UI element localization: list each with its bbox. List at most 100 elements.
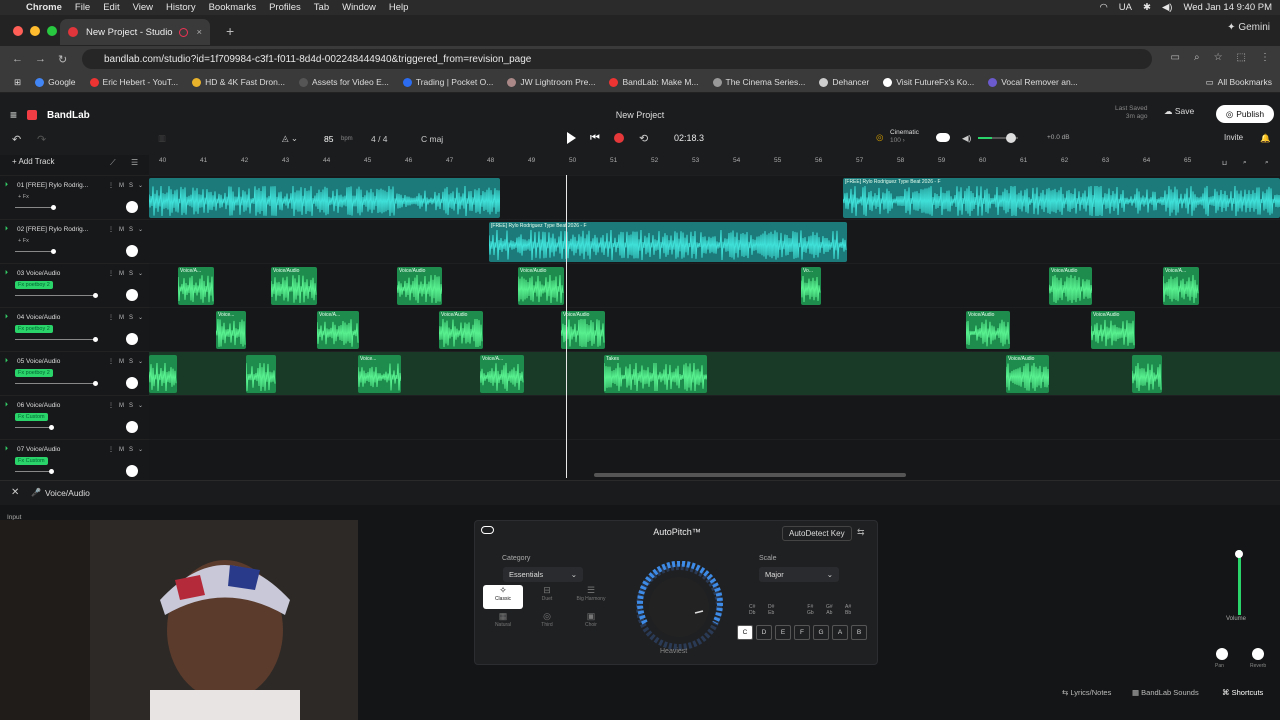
forward-icon[interactable]: → [35, 53, 46, 65]
zoom-window-button[interactable] [47, 25, 57, 36]
track-lane[interactable]: Voice... Voice/A... Voice/Audio Voice/Audio… [149, 307, 1280, 351]
mute-solo-buttons[interactable]: ⋮MS⌄ [108, 358, 148, 365]
bookmark-item[interactable]: Eric Hebert - YouT... [89, 77, 178, 87]
scale-dropdown[interactable]: Major ⌄ [759, 567, 839, 582]
track-name[interactable]: 04 Voice/Audio [17, 314, 91, 321]
mute-solo-buttons[interactable]: ⋮MS⌄ [108, 182, 148, 189]
track-lane[interactable]: [FREE] Rylo Rodriguez Type Beat 2026 - F [149, 219, 1280, 263]
audio-clip[interactable]: [FREE] Rylo Rodriguez Type Beat 2026 - F [843, 178, 1280, 218]
track-name[interactable]: 03 Voice/Audio [17, 270, 91, 277]
key-g-button[interactable]: G [813, 625, 829, 640]
audio-clip[interactable] [149, 355, 177, 393]
bookmark-item[interactable]: JW Lightroom Pre... [507, 77, 595, 87]
loop-icon[interactable]: ⟲ [639, 132, 648, 145]
track-play-icon[interactable]: ⏵ [5, 402, 8, 409]
language-indicator[interactable]: UA [1119, 2, 1132, 13]
track-volume-handle[interactable] [51, 205, 56, 210]
sharp-key-button[interactable]: F# Gb [807, 604, 814, 616]
track-header[interactable]: ⏵ 04 Voice/Audio ⋮MS⌄ Fx poetboy 2 [0, 307, 149, 351]
all-bookmarks-button[interactable]: ▭ All Bookmarks [1206, 77, 1272, 88]
add-track-button[interactable]: + Add Track [12, 157, 54, 166]
track-volume-handle[interactable] [49, 425, 54, 430]
preset-sliders-icon[interactable]: ⇆ [857, 527, 865, 538]
track-play-icon[interactable]: ⏵ [5, 314, 8, 321]
key-c-button[interactable]: C [737, 625, 753, 640]
key-a-button[interactable]: A [832, 625, 848, 640]
minimize-window-button[interactable] [30, 25, 40, 36]
timeline-ruler[interactable]: 40 41 42 43 44 45 46 47 48 49 50 51 52 53 54 55 56 57 58 59… [149, 155, 1280, 175]
new-tab-button[interactable]: + [226, 23, 234, 39]
track-lane[interactable]: Voice/A... Voice/Audio Voice/Audio Voice/Au… [149, 263, 1280, 307]
mute-solo-buttons[interactable]: ⋮MS⌄ [108, 314, 148, 321]
track-name[interactable]: 02 [FREE] Rylo Rodrig... [17, 226, 91, 233]
audio-clip[interactable]: Voice/Audio [1006, 355, 1049, 393]
audio-clip[interactable] [246, 355, 276, 393]
audio-clip[interactable]: Voice/Audio [439, 311, 483, 349]
menu-window[interactable]: Window [342, 2, 376, 13]
bookmark-item[interactable]: BandLab: Make M... [609, 77, 699, 87]
audio-clip[interactable]: Voice/Audio [518, 267, 564, 305]
skip-back-icon[interactable]: ⏮ [590, 132, 600, 145]
apps-icon[interactable]: ⊞ [14, 77, 21, 88]
track-volume-slider[interactable] [15, 383, 95, 384]
track-volume-handle[interactable] [93, 337, 98, 342]
menu-help[interactable]: Help [389, 2, 409, 13]
track-pan-knob[interactable] [126, 465, 138, 477]
audio-clip[interactable]: [FREE] Rylo Rodriguez Type Beat 2026 - F [489, 222, 847, 262]
menu-bookmarks[interactable]: Bookmarks [209, 2, 257, 13]
bookmark-item[interactable]: Vocal Remover an... [988, 77, 1078, 87]
track-header[interactable]: ⏵ 07 Voice/Audio ⋮MS⌄ Fx Custom [0, 439, 149, 483]
track-name[interactable]: 01 [FREE] Rylo Rodrig... [17, 182, 91, 189]
track-volume-slider[interactable] [15, 339, 95, 340]
lyrics-notes-button[interactable]: ⇆ Lyrics/Notes [1062, 688, 1111, 697]
save-button[interactable]: ☁ Save [1164, 106, 1194, 117]
track-play-icon[interactable]: ⏵ [5, 270, 8, 277]
snap-icon[interactable]: ⊔ [1222, 159, 1227, 167]
track-play-icon[interactable]: ⏵ [5, 358, 8, 365]
track-fx-badge[interactable]: Fx poetboy 2 [15, 281, 53, 289]
menu-dots-icon[interactable]: ⋮ [1260, 52, 1270, 63]
track-settings-icon[interactable]: ☰ [131, 158, 138, 167]
track-header[interactable]: ⏵ 03 Voice/Audio ⋮MS⌄ Fx poetboy 2 [0, 263, 149, 307]
audio-clip[interactable]: Voice/Audio [1049, 267, 1092, 305]
zoom-in-icon[interactable]: ⌕ [1265, 159, 1269, 167]
notifications-icon[interactable]: 🔔 [1260, 133, 1271, 144]
menu-file[interactable]: File [75, 2, 90, 13]
track-volume-handle[interactable] [93, 381, 98, 386]
reload-icon[interactable]: ↻ [58, 53, 67, 66]
autopitch-mode-duet[interactable]: ⊟ Duet [527, 585, 567, 609]
audio-clip[interactable] [1132, 355, 1162, 393]
zoom-icon[interactable]: ⌕ [1194, 52, 1200, 63]
bandlab-sounds-button[interactable]: ▦ BandLab Sounds [1132, 688, 1199, 697]
autopitch-mode-choir[interactable]: ▣ Choir [571, 611, 611, 635]
sharp-key-button[interactable]: A# Bb [845, 604, 851, 616]
track-header[interactable]: ⏵ 05 Voice/Audio ⋮MS⌄ Fx poetboy 2 [0, 351, 149, 395]
track-volume-handle[interactable] [93, 293, 98, 298]
audio-clip[interactable]: Voice/Audio [271, 267, 317, 305]
bookmark-item[interactable]: The Cinema Series... [712, 77, 805, 87]
audio-clip[interactable]: Voice/Audio [966, 311, 1010, 349]
track-fx-badge[interactable]: Fx Custom [15, 413, 48, 421]
star-icon[interactable]: ☆ [1214, 52, 1223, 63]
browser-tab[interactable]: New Project - Studio × [60, 19, 210, 45]
track-header[interactable]: ⏵ 06 Voice/Audio ⋮MS⌄ Fx Custom [0, 395, 149, 439]
master-volume-slider[interactable] [978, 133, 1018, 143]
track-name[interactable]: 06 Voice/Audio [17, 402, 91, 409]
mixer-icon[interactable]: ▥ [158, 133, 166, 144]
bandlab-logo[interactable]: ≡ BandLab [10, 108, 90, 122]
track-volume-slider[interactable] [15, 427, 51, 428]
metronome-icon[interactable]: ◬ ⌄ [282, 133, 298, 144]
key-e-button[interactable]: E [775, 625, 791, 640]
mute-solo-buttons[interactable]: ⋮MS⌄ [108, 446, 148, 453]
track-pan-knob[interactable] [126, 421, 138, 433]
track-pan-knob[interactable] [126, 245, 138, 257]
pan-knob[interactable] [1216, 648, 1228, 660]
mute-solo-buttons[interactable]: ⋮MS⌄ [108, 402, 148, 409]
mute-solo-buttons[interactable]: ⋮MS⌄ [108, 226, 148, 233]
key-f-button[interactable]: F [794, 625, 810, 640]
audio-clip[interactable]: Vo... [801, 267, 821, 305]
time-signature[interactable]: 4 / 4 [371, 134, 388, 144]
invite-button[interactable]: Invite [1224, 133, 1243, 142]
key-d-button[interactable]: D [756, 625, 772, 640]
volume-fader[interactable] [1235, 550, 1243, 615]
